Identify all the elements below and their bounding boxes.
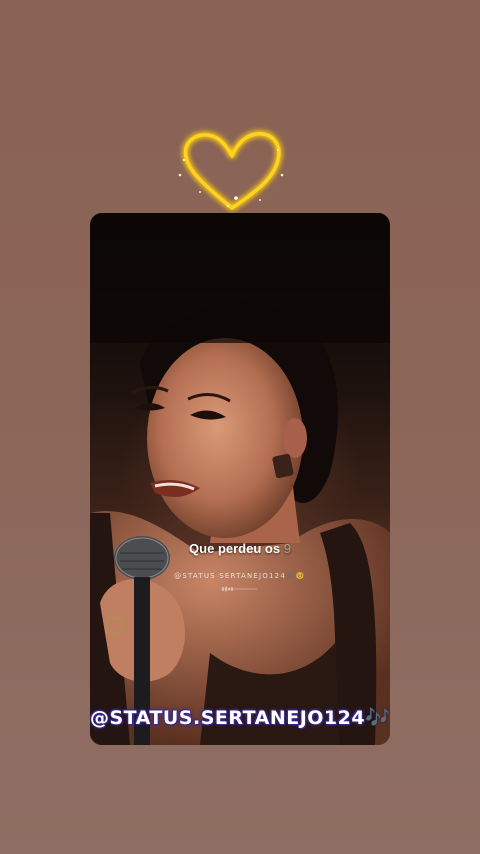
audio-wave-icon xyxy=(221,586,257,592)
lyric-caption: Que perdeu os 9 xyxy=(90,541,390,556)
small-handle-caption: @STATUS SERTANEJO124🎶🥺 xyxy=(90,572,390,580)
lyric-faded-text: 9 xyxy=(283,541,291,556)
small-handle-text: @STATUS SERTANEJO124 xyxy=(174,572,286,580)
glowing-heart-icon xyxy=(170,120,295,220)
video-frame-singer xyxy=(90,213,390,745)
small-emoji-text: 🎶🥺 xyxy=(285,572,306,580)
lyric-main-text: Que perdeu os xyxy=(189,541,281,556)
music-notes-icon: 🎶 xyxy=(365,705,390,729)
video-player[interactable]: Que perdeu os 9 @STATUS SERTANEJO124🎶🥺 @… xyxy=(90,213,390,745)
watermark-text: @STATUS.SERTANEJO124 xyxy=(90,707,366,729)
channel-watermark: @STATUS.SERTANEJO124🎶 xyxy=(90,705,390,729)
